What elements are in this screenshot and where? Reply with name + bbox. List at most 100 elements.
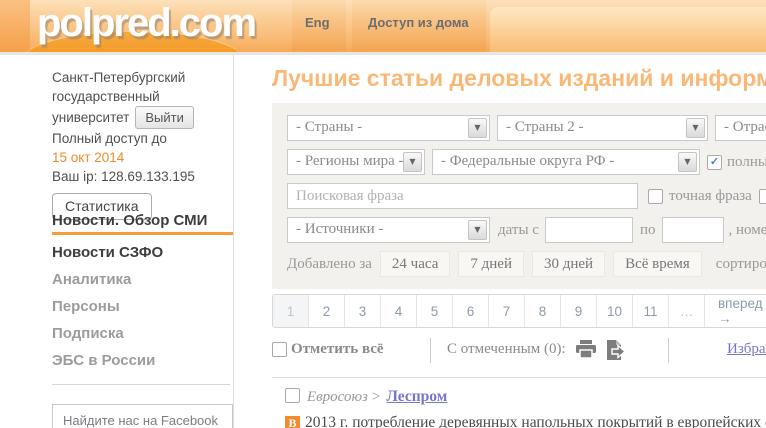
filter-row-sources: - Источники - даты с по , номера	[287, 217, 766, 243]
org-name-line2: государственный	[52, 87, 233, 106]
fulltext-label: полны	[727, 154, 766, 171]
date-to-label: по	[640, 222, 656, 239]
exact-phrase-checkbox[interactable]	[648, 189, 663, 204]
fulltext-checkbox[interactable]	[707, 155, 722, 170]
sidebar-menu: Новости. Обзор СМИ Новости СЗФО Аналитик…	[52, 210, 233, 374]
page-7[interactable]: 7	[489, 295, 525, 327]
article-category[interactable]: Евросоюз	[307, 389, 368, 405]
article-topic-link[interactable]: Леспром	[386, 388, 447, 405]
numbers-label: , номера	[728, 222, 766, 239]
next-page-button[interactable]: вперед →	[705, 295, 766, 327]
actions-bar: Отметить всё С отмеченным (0): Избранн	[272, 338, 766, 364]
chevron-down-icon	[403, 152, 422, 172]
page-8[interactable]: 8	[525, 295, 561, 327]
chevron-down-icon	[468, 220, 487, 240]
sidebar-item-news-smi[interactable]: Новости. Обзор СМИ	[52, 210, 233, 235]
actions-divider-2	[668, 338, 669, 363]
article-dropcap: В	[285, 416, 300, 428]
tab-eng[interactable]: Eng	[305, 15, 330, 30]
account-block: Санкт-Петербургский государственный унив…	[52, 68, 233, 220]
exact-phrase-label: точная фраза	[669, 188, 752, 205]
logout-button[interactable]: Выйти	[135, 106, 194, 129]
export-icon[interactable]	[605, 340, 626, 366]
sort-label: сортировать	[716, 256, 766, 272]
polpred-page: polpred.com Eng Доступ из дома Санкт-Пет…	[0, 0, 766, 428]
industries-select[interactable]: - Отрасл	[715, 115, 766, 141]
article-text-row: В 2013 г. потребление деревянных напольны…	[285, 414, 766, 428]
filter-row-countries: - Страны - - Страны 2 - - Отрасл	[287, 115, 766, 141]
countries2-select-value: - Страны 2 -	[506, 119, 584, 136]
period-24h-button[interactable]: 24 часа	[380, 251, 450, 277]
federal-districts-select-value: - Федеральные округа РФ -	[441, 153, 614, 170]
added-label: Добавлено за	[287, 256, 372, 273]
sidebar-item-news-szfo[interactable]: Новости СЗФО	[52, 239, 233, 266]
article-checkbox[interactable]	[285, 388, 300, 403]
sort-control: сортировать по да	[716, 256, 766, 273]
search-input[interactable]	[287, 183, 638, 209]
ip-label: Ваш ip: 128.69.133.195	[52, 167, 233, 186]
access-date: 15 окт 2014	[52, 148, 233, 167]
org-name-line3-text: университет	[52, 110, 129, 125]
page-10[interactable]: 10	[597, 295, 633, 327]
select-all-label: Отметить всё	[291, 341, 384, 358]
with-selected-label: С отмеченным (0):	[447, 341, 566, 358]
select-all-checkbox[interactable]	[272, 342, 287, 357]
date-from-input[interactable]	[545, 217, 633, 243]
federal-districts-select[interactable]: - Федеральные округа РФ -	[432, 149, 700, 175]
period-7d-button[interactable]: 7 дней	[458, 251, 524, 277]
page-4[interactable]: 4	[381, 295, 417, 327]
access-label: Полный доступ до	[52, 129, 233, 148]
countries-select[interactable]: - Страны -	[287, 115, 490, 141]
period-all-button[interactable]: Всё время	[613, 251, 702, 277]
world-regions-select-value: - Регионы мира -	[296, 153, 404, 170]
tab-home-access[interactable]: Доступ из дома	[368, 15, 469, 30]
sidebar-item-analytics[interactable]: Аналитика	[52, 266, 233, 293]
filter-row-regions: - Регионы мира - - Федеральные округа РФ…	[287, 149, 766, 175]
page-2[interactable]: 2	[309, 295, 345, 327]
favorites-link[interactable]: Избранн	[727, 341, 766, 358]
sidebar: Санкт-Петербургский государственный унив…	[52, 68, 233, 220]
sources-select[interactable]: - Источники -	[287, 217, 490, 243]
sidebar-item-ebs-russia[interactable]: ЭБС в России	[52, 347, 233, 374]
countries-select-value: - Страны -	[296, 119, 362, 136]
countries2-select[interactable]: - Страны 2 -	[497, 115, 708, 141]
breadcrumb-separator: >	[372, 389, 380, 405]
page-3[interactable]: 3	[345, 295, 381, 327]
page-ellipsis[interactable]: …	[669, 295, 705, 327]
results-divider	[272, 377, 766, 378]
sidebar-main-divider	[233, 55, 234, 428]
page-5[interactable]: 5	[417, 295, 453, 327]
world-regions-select[interactable]: - Регионы мира -	[287, 149, 425, 175]
actions-divider-1	[430, 338, 431, 363]
filter-row-period: Добавлено за 24 часа 7 дней 30 дней Всё …	[287, 251, 766, 277]
sidebar-item-persons[interactable]: Персоны	[52, 293, 233, 320]
pagination: 1 2 3 4 5 6 7 8 9 10 11 … вперед →	[272, 294, 766, 328]
page-1[interactable]: 1	[273, 295, 309, 327]
org-name-line1: Санкт-Петербургский	[52, 68, 233, 87]
filter-row-search: точная фраза ст	[287, 183, 766, 209]
date-from-label: даты с	[498, 222, 539, 239]
chevron-down-icon	[678, 152, 697, 172]
industries-select-value: - Отрасл	[724, 119, 766, 136]
article-text: 2013 г. потребление деревянных напольных…	[305, 414, 766, 428]
print-icon[interactable]	[575, 340, 597, 364]
period-30d-button[interactable]: 30 дней	[532, 251, 605, 277]
page-6[interactable]: 6	[453, 295, 489, 327]
article-item: Евросоюз> Леспром В 2013 г. потребление де…	[285, 388, 766, 428]
chevron-down-icon	[468, 118, 487, 138]
date-to-input[interactable]	[662, 217, 724, 243]
site-header: polpred.com Eng Доступ из дома	[0, 0, 766, 52]
filter-panel: - Страны - - Страны 2 - - Отрасл - Регио…	[272, 103, 766, 289]
sidebar-item-subscription[interactable]: Подписка	[52, 320, 233, 347]
facebook-widget[interactable]: Найдите нас на Facebook	[52, 404, 233, 428]
org-name-line3: университет Выйти	[52, 106, 233, 129]
extra-option-checkbox[interactable]	[759, 189, 766, 204]
chevron-down-icon	[686, 118, 705, 138]
page-11[interactable]: 11	[633, 295, 669, 327]
header-right-panel	[490, 7, 766, 52]
article-breadcrumb: Евросоюз> Леспром	[285, 388, 766, 410]
page-9[interactable]: 9	[561, 295, 597, 327]
site-logo[interactable]: polpred.com	[37, 1, 255, 46]
header-left-shade	[0, 0, 30, 52]
sidebar-divider	[52, 384, 230, 385]
